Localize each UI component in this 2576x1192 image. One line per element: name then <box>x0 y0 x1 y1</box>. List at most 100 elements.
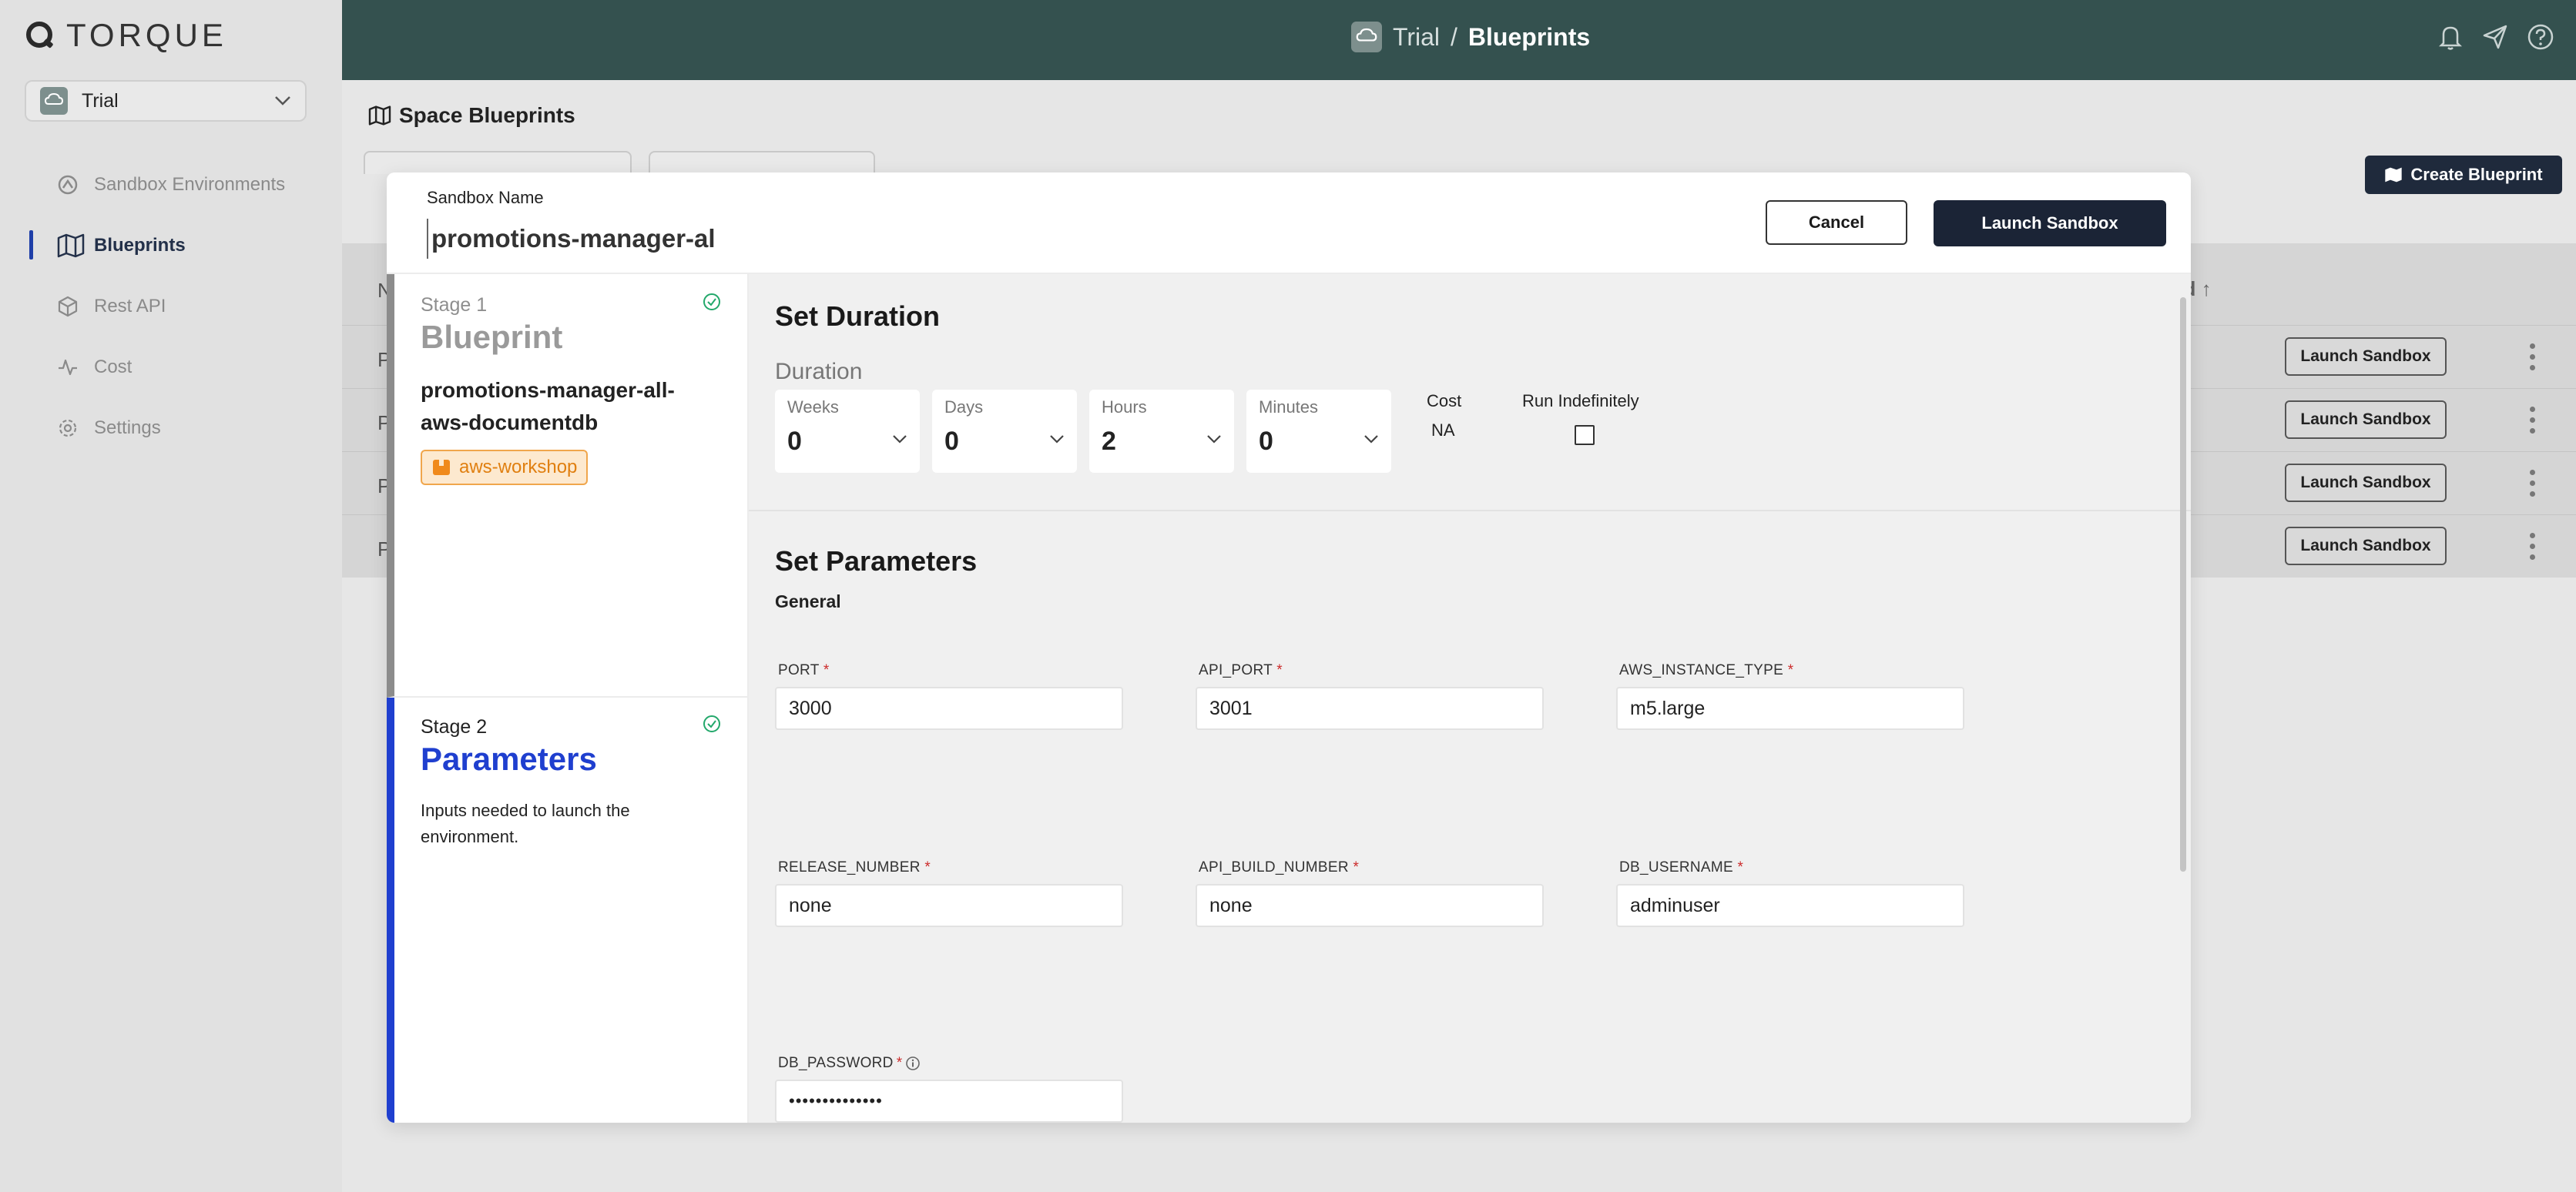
space-selector-label: Trial <box>82 89 119 112</box>
chevron-down-icon <box>275 96 290 105</box>
chevron-down-icon <box>893 435 907 444</box>
port-input[interactable]: 3000 <box>775 687 1123 730</box>
breadcrumb: Trial / Blueprints <box>1351 22 1590 52</box>
sandbox-icon <box>58 175 78 194</box>
hours-label: Hours <box>1102 397 1147 417</box>
launch-sandbox-modal: Sandbox Name promotions-manager-al Cance… <box>387 172 2191 1123</box>
content-scrollbar[interactable] <box>2180 297 2186 872</box>
page-title: Space Blueprints <box>368 103 575 128</box>
aws-instance-type-label: AWS_INSTANCE_TYPE * <box>1619 662 1794 678</box>
row-launch-sandbox-button[interactable]: Launch Sandbox <box>2285 527 2447 565</box>
run-indefinitely-label: Run Indefinitely <box>1522 391 1639 410</box>
sidebar-item-rest-api[interactable]: Rest API <box>0 276 342 337</box>
stage-navigator: Stage 1 Blueprint promotions-manager-all… <box>387 274 749 1123</box>
help-icon[interactable] <box>2527 23 2554 51</box>
breadcrumb-space[interactable]: Trial <box>1393 23 1440 52</box>
sandbox-name-input[interactable]: promotions-manager-al <box>427 219 1012 259</box>
tag-label: aws-workshop <box>459 457 578 477</box>
minutes-select[interactable]: Minutes 0 <box>1246 390 1391 473</box>
row-more-icon[interactable] <box>2530 533 2536 565</box>
weeks-label: Weeks <box>787 397 839 417</box>
db-username-input[interactable]: adminuser <box>1616 884 1964 927</box>
info-icon[interactable] <box>905 1056 921 1071</box>
torque-logo-icon <box>26 22 53 49</box>
api-port-label: API_PORT * <box>1199 662 1283 678</box>
map-icon <box>2385 167 2403 182</box>
cost-value: NA <box>1431 420 1455 440</box>
blueprint-search-input[interactable] <box>364 151 632 174</box>
chevron-down-icon <box>1364 435 1378 444</box>
activity-icon <box>59 359 77 375</box>
chevron-down-icon <box>1050 435 1064 444</box>
api-build-number-input[interactable]: none <box>1196 884 1544 927</box>
sidebar-item-label: Settings <box>94 417 161 438</box>
sidebar-item-sandbox-environments[interactable]: Sandbox Environments <box>0 154 342 215</box>
api-build-number-label: API_BUILD_NUMBER * <box>1199 859 1360 876</box>
modal-content: Set Duration Duration Weeks 0 Days 0 Hou… <box>749 274 2191 1123</box>
modal-header: Sandbox Name promotions-manager-al Cance… <box>387 172 2191 274</box>
row-launch-sandbox-button[interactable]: Launch Sandbox <box>2285 464 2447 502</box>
create-blueprint-button[interactable]: Create Blueprint <box>2365 156 2562 194</box>
run-indefinitely-checkbox[interactable] <box>1575 425 1595 445</box>
sidebar-item-settings[interactable]: Settings <box>0 397 342 458</box>
map-icon <box>368 105 391 126</box>
section-divider <box>749 510 2191 511</box>
check-circle-icon <box>703 715 720 732</box>
sidebar-item-cost[interactable]: Cost <box>0 337 342 397</box>
api-port-input[interactable]: 3001 <box>1196 687 1544 730</box>
cloud-icon <box>1351 22 1382 52</box>
sidebar: TORQUE Trial Sandbox Environments Bluepr… <box>0 0 342 1192</box>
logo-text: TORQUE <box>66 17 227 53</box>
sidebar-item-label: Rest API <box>94 295 166 316</box>
stage-2-parameters[interactable]: Stage 2 Parameters Inputs needed to laun… <box>387 698 747 1123</box>
cost-label: Cost <box>1427 391 1462 410</box>
row-launch-sandbox-button[interactable]: Launch Sandbox <box>2285 400 2447 439</box>
set-parameters-title: Set Parameters <box>775 545 978 577</box>
create-blueprint-label: Create Blueprint <box>2410 165 2543 184</box>
sandbox-name-label: Sandbox Name <box>427 188 544 207</box>
gear-icon <box>59 419 77 437</box>
hours-select[interactable]: Hours 2 <box>1089 390 1234 473</box>
sidebar-item-blueprints[interactable]: Blueprints <box>0 215 342 276</box>
stage-number: Stage 2 <box>421 716 488 738</box>
release-number-label: RELEASE_NUMBER * <box>778 859 931 876</box>
days-value: 0 <box>944 427 959 456</box>
send-icon[interactable] <box>2482 23 2508 51</box>
set-duration-title: Set Duration <box>775 300 941 332</box>
row-launch-sandbox-button[interactable]: Launch Sandbox <box>2285 337 2447 376</box>
cancel-button[interactable]: Cancel <box>1766 200 1907 245</box>
release-number-input[interactable]: none <box>775 884 1123 927</box>
sidebar-item-label: Blueprints <box>94 234 186 256</box>
duration-label: Duration <box>775 359 863 384</box>
minutes-value: 0 <box>1259 427 1273 456</box>
days-label: Days <box>944 397 984 417</box>
launch-sandbox-button[interactable]: Launch Sandbox <box>1934 200 2166 246</box>
row-more-icon[interactable] <box>2530 407 2536 439</box>
row-more-icon[interactable] <box>2530 343 2536 376</box>
space-selector[interactable]: Trial <box>25 80 307 122</box>
package-icon <box>433 460 450 475</box>
chevron-down-icon <box>1207 435 1221 444</box>
stage-number: Stage 1 <box>421 294 488 316</box>
days-select[interactable]: Days 0 <box>932 390 1077 473</box>
row-more-icon[interactable] <box>2530 470 2536 502</box>
sidebar-nav: Sandbox Environments Blueprints Rest API… <box>0 154 342 458</box>
breadcrumb-page: Blueprints <box>1467 22 1591 51</box>
stage-title: Parameters <box>421 741 597 777</box>
db-password-input[interactable]: •••••••••••••• <box>775 1080 1123 1123</box>
header-icons <box>2437 23 2554 51</box>
check-circle-icon <box>703 293 720 310</box>
add-filters-dropdown[interactable] <box>649 151 875 174</box>
weeks-select[interactable]: Weeks 0 <box>775 390 920 473</box>
stage-1-blueprint[interactable]: Stage 1 Blueprint promotions-manager-all… <box>387 274 747 698</box>
cloud-icon <box>40 87 68 115</box>
hours-value: 2 <box>1102 427 1116 456</box>
weeks-value: 0 <box>787 427 802 456</box>
blueprint-name: promotions-manager-all-aws-documentdb <box>421 378 675 434</box>
torque-logo[interactable]: TORQUE <box>25 17 227 54</box>
aws-instance-type-input[interactable]: m5.large <box>1616 687 1964 730</box>
stage-title: Blueprint <box>421 319 563 355</box>
bell-icon[interactable] <box>2437 23 2464 51</box>
breadcrumb-separator: / <box>1451 22 1457 51</box>
map-icon <box>57 233 85 257</box>
